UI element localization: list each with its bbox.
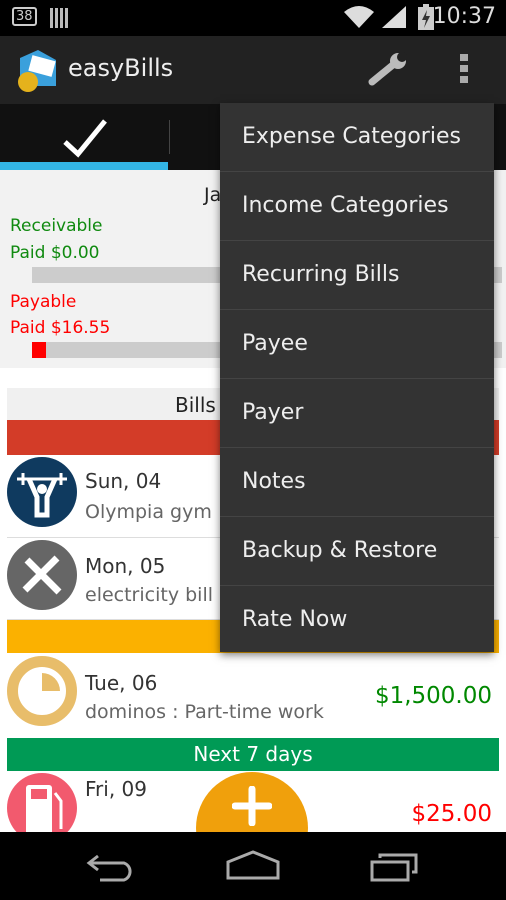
bill-date: Sun, 04 (85, 469, 162, 493)
bill-amount: $1,500.00 (374, 683, 492, 709)
menu-item-expense-categories[interactable]: Expense Categories (220, 103, 494, 172)
app-title: easyBills (68, 54, 174, 82)
clock-icon (7, 656, 77, 726)
menu-item-recurring-bills[interactable]: Recurring Bills (220, 241, 494, 310)
recents-icon[interactable] (370, 852, 420, 882)
navigation-bar (0, 832, 506, 900)
signal-icon (382, 6, 406, 28)
overflow-menu-icon[interactable] (460, 54, 468, 83)
bill-row[interactable]: Tue, 06 dominos : Part-time work $1,500.… (7, 653, 499, 738)
payable-paid: Paid $16.55 (10, 318, 111, 338)
payable-progress-fill (32, 342, 46, 358)
list-header-label: Bills (175, 393, 216, 417)
section-next-7-days: Next 7 days (7, 738, 499, 771)
tab-paid[interactable] (0, 104, 168, 170)
notification-count-icon: 38 (12, 7, 37, 26)
check-icon (63, 119, 107, 158)
battery-charging-icon (418, 4, 434, 30)
menu-item-rate-now[interactable]: Rate Now (220, 586, 494, 655)
menu-item-income-categories[interactable]: Income Categories (220, 172, 494, 241)
receivable-paid: Paid $0.00 (10, 243, 100, 263)
bill-description: Olympia gym (85, 501, 212, 523)
wrench-icon[interactable] (368, 52, 408, 86)
menu-item-payee[interactable]: Payee (220, 310, 494, 379)
clock-time: 10:37 (432, 4, 496, 29)
action-bar: easyBills (0, 36, 506, 104)
barcode-icon (50, 8, 68, 28)
bill-date: Mon, 05 (85, 554, 166, 578)
bill-description: electricity bill (85, 584, 213, 606)
tab-indicator (0, 162, 168, 170)
receivable-label: Receivable (10, 216, 103, 236)
payable-label: Payable (10, 292, 77, 312)
weightlifting-icon (7, 457, 77, 527)
home-icon[interactable] (226, 850, 280, 880)
wifi-icon (344, 6, 374, 28)
tab-divider (169, 120, 170, 154)
fuel-pump-icon (7, 773, 77, 832)
status-bar: 38 10:37 (0, 0, 506, 36)
tools-icon (7, 540, 77, 610)
plus-icon (232, 786, 272, 826)
menu-item-payer[interactable]: Payer (220, 379, 494, 448)
menu-item-backup-restore[interactable]: Backup & Restore (220, 517, 494, 586)
overflow-menu: Expense Categories Income Categories Rec… (220, 103, 494, 652)
section-title: Next 7 days (193, 742, 313, 766)
bill-description: dominos : Part-time work (85, 701, 324, 723)
month-label: Ja (204, 184, 222, 206)
app-logo-icon (18, 50, 56, 92)
bill-date: Tue, 06 (85, 671, 158, 695)
menu-item-notes[interactable]: Notes (220, 448, 494, 517)
back-icon[interactable] (86, 852, 138, 882)
bill-amount: $25.00 (411, 801, 492, 827)
bill-date: Fri, 09 (85, 777, 147, 801)
